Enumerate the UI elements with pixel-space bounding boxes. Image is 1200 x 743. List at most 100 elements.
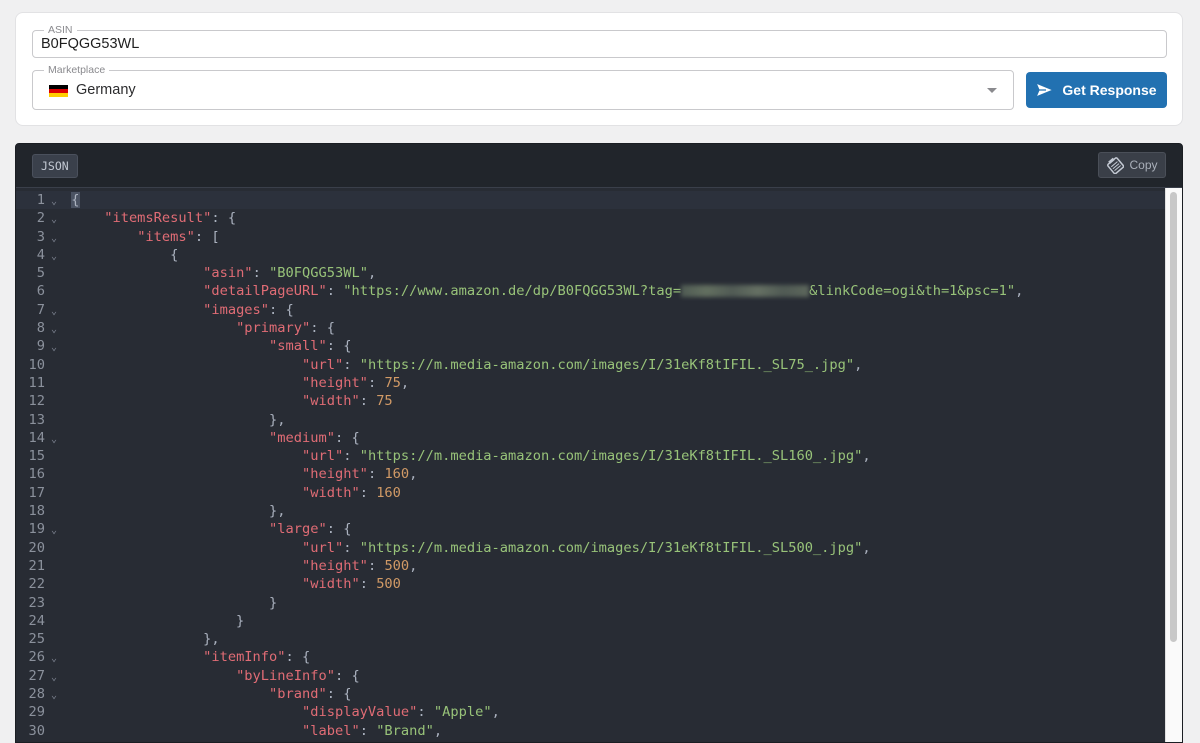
code-text: "items": [ bbox=[137, 228, 220, 245]
line-number: 30 bbox=[28, 722, 45, 739]
code-text: "height": 160, bbox=[302, 466, 418, 483]
line-number: 6 bbox=[36, 283, 45, 300]
matched-brace: { bbox=[71, 192, 80, 208]
line-number: 7 bbox=[36, 301, 45, 318]
json-key: "byLineInfo" bbox=[236, 667, 335, 684]
code-text: "url": "https://m.media-amazon.com/image… bbox=[302, 539, 871, 556]
format-badge: JSON bbox=[32, 154, 78, 178]
code-text: }, bbox=[71, 503, 286, 520]
json-string: "https://m.media-amazon.com/images/I/31e… bbox=[359, 356, 855, 373]
line-number: 19 bbox=[28, 521, 45, 538]
viewer-header: JSON Copy bbox=[16, 144, 1182, 188]
json-string: "https://m.media-amazon.com/images/I/31e… bbox=[359, 448, 863, 465]
scrollbar[interactable] bbox=[1165, 188, 1182, 742]
json-key: "url" bbox=[302, 356, 344, 373]
code-text: "byLineInfo": { bbox=[236, 667, 360, 684]
code-text: "height": 500, bbox=[302, 557, 418, 574]
line-number: 11 bbox=[28, 374, 45, 391]
line-number: 5 bbox=[36, 265, 45, 282]
json-key: "medium" bbox=[269, 429, 335, 446]
json-key: "brand" bbox=[269, 686, 327, 703]
line-number: 21 bbox=[28, 557, 45, 574]
code-text: "width": 75 bbox=[302, 393, 393, 410]
code-text: "brand": { bbox=[269, 686, 352, 703]
code-line: 25 }, bbox=[16, 630, 1166, 648]
json-number: 160 bbox=[376, 484, 401, 501]
json-string: "https://m.media-amazon.com/images/I/31e… bbox=[359, 539, 863, 556]
line-number: 29 bbox=[28, 704, 45, 721]
code-text: } bbox=[71, 612, 245, 629]
asin-field[interactable]: ASIN B0FQGG53WL bbox=[32, 24, 1167, 58]
code-text: "small": { bbox=[269, 338, 352, 355]
json-key: "width" bbox=[302, 576, 360, 593]
line-number: 12 bbox=[28, 393, 45, 410]
copy-label: Copy bbox=[1129, 158, 1158, 172]
json-key: "itemsResult" bbox=[104, 210, 212, 227]
code-line: 16 "height": 160, bbox=[16, 465, 1166, 483]
copy-button[interactable]: Copy bbox=[1098, 152, 1166, 178]
json-key: "url" bbox=[302, 539, 344, 556]
line-number: 4 bbox=[36, 246, 45, 263]
code-line: 28 ⌄ "brand": { bbox=[16, 685, 1166, 703]
code-text: "images": { bbox=[203, 301, 294, 318]
json-key: "width" bbox=[302, 393, 360, 410]
line-number: 16 bbox=[28, 466, 45, 483]
code-line: 4 ⌄ { bbox=[16, 246, 1166, 264]
line-number: 24 bbox=[28, 612, 45, 629]
json-key: "width" bbox=[302, 484, 360, 501]
json-key: "height" bbox=[302, 557, 368, 574]
code-line: 15 "url": "https://m.media-amazon.com/im… bbox=[16, 447, 1166, 465]
code-area[interactable]: 1 ⌄ {2 ⌄ "itemsResult": {3 ⌄ "items": [4 ⌄ {… bbox=[16, 191, 1166, 740]
json-key: "label" bbox=[302, 722, 360, 739]
json-key: "items" bbox=[137, 228, 195, 245]
code-text: "detailPageURL": "https://www.amazon.de/… bbox=[203, 283, 1024, 300]
json-number: 75 bbox=[376, 393, 393, 410]
json-number: 500 bbox=[376, 576, 401, 593]
json-key: "asin" bbox=[203, 265, 253, 282]
asin-input[interactable]: B0FQGG53WL bbox=[41, 36, 139, 52]
json-key: "height" bbox=[302, 466, 368, 483]
code-text: "asin": "B0FQGG53WL", bbox=[203, 265, 377, 282]
json-string: "Brand" bbox=[376, 722, 434, 739]
code-text: "primary": { bbox=[236, 320, 335, 337]
json-key: "height" bbox=[302, 374, 368, 391]
send-icon bbox=[1036, 83, 1054, 97]
code-text: }, bbox=[71, 411, 286, 428]
code-line: 19 ⌄ "large": { bbox=[16, 520, 1166, 538]
germany-flag-icon bbox=[49, 85, 68, 97]
code-text: "url": "https://m.media-amazon.com/image… bbox=[302, 448, 871, 465]
json-key: "itemInfo" bbox=[203, 649, 286, 666]
line-number: 22 bbox=[28, 576, 45, 593]
json-number: 75 bbox=[384, 374, 401, 391]
code-line: 14 ⌄ "medium": { bbox=[16, 429, 1166, 447]
line-number: 18 bbox=[28, 503, 45, 520]
chevron-down-icon[interactable] bbox=[987, 88, 997, 93]
line-number: 15 bbox=[28, 448, 45, 465]
code-line: 22 "width": 500 bbox=[16, 575, 1166, 593]
marketplace-select[interactable]: Marketplace Germany bbox=[32, 64, 1014, 110]
json-string: "Apple" bbox=[433, 704, 492, 721]
code-text: "medium": { bbox=[269, 429, 360, 446]
line-number: 1 bbox=[36, 192, 45, 208]
code-line: 23 } bbox=[16, 594, 1166, 612]
line-number: 25 bbox=[28, 631, 45, 648]
line-number: 17 bbox=[28, 484, 45, 501]
get-response-button[interactable]: Get Response bbox=[1026, 72, 1167, 108]
line-number: 10 bbox=[28, 356, 45, 373]
code-text: "height": 75, bbox=[302, 374, 410, 391]
json-string: "https://www.amazon.de/dp/B0FQGG53WL?tag… bbox=[343, 283, 1016, 300]
line-number: 27 bbox=[28, 667, 45, 684]
code-line: 10 "url": "https://m.media-amazon.com/im… bbox=[16, 356, 1166, 374]
asin-label: ASIN bbox=[44, 24, 77, 36]
code-line: 3 ⌄ "items": [ bbox=[16, 228, 1166, 246]
line-number: 3 bbox=[36, 228, 45, 245]
json-key: "primary" bbox=[236, 320, 311, 337]
code-text: "label": "Brand", bbox=[302, 722, 443, 739]
line-number: 9 bbox=[36, 338, 45, 355]
line-number: 23 bbox=[28, 594, 45, 611]
code-line: 8 ⌄ "primary": { bbox=[16, 319, 1166, 337]
marketplace-label: Marketplace bbox=[44, 64, 110, 76]
clipboard-icon bbox=[1107, 157, 1125, 174]
scrollbar-thumb[interactable] bbox=[1170, 192, 1177, 642]
code-line: 1 ⌄ { bbox=[16, 191, 1166, 210]
